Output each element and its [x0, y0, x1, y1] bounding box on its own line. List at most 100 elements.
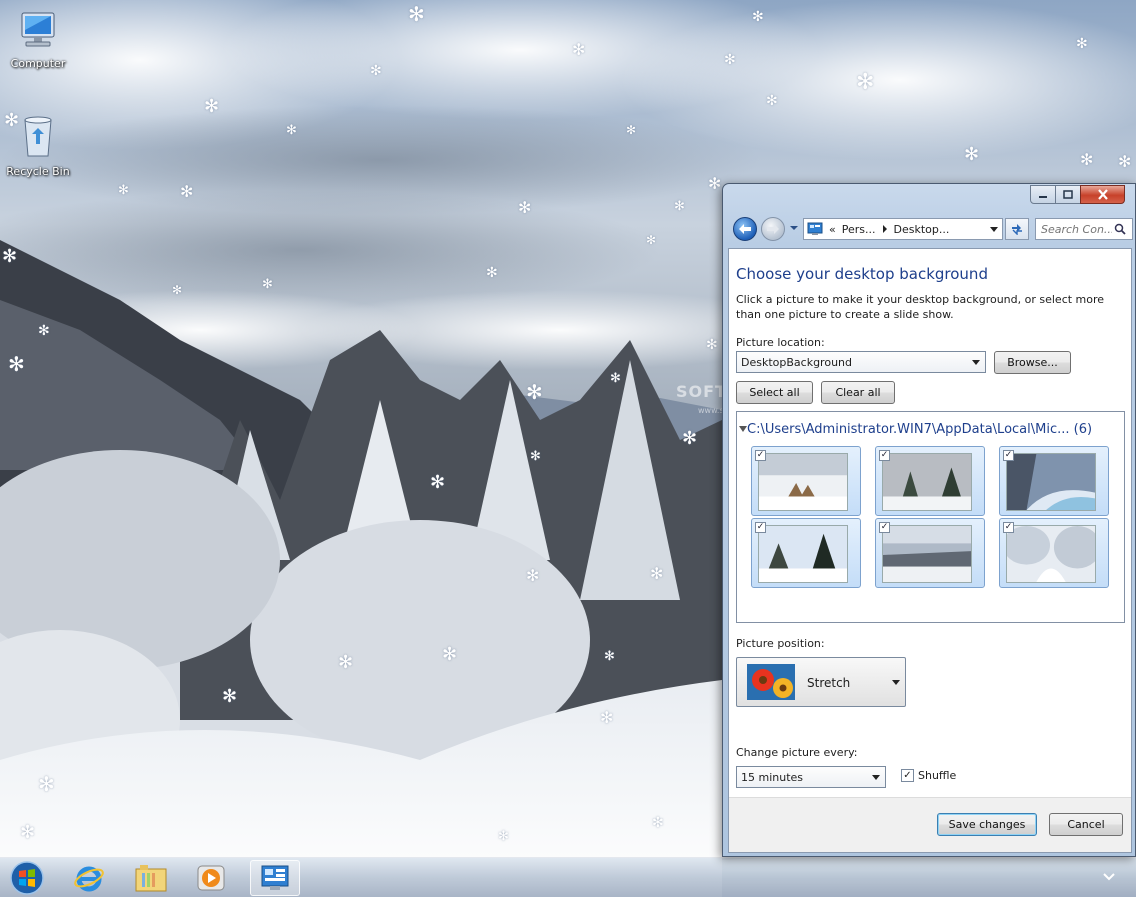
thumbnail-checkbox[interactable]: ✓ [1003, 450, 1014, 461]
close-icon [1097, 189, 1108, 200]
snowflake-icon: ✻ [604, 649, 615, 664]
taskbar-explorer[interactable] [126, 860, 176, 896]
wallpaper-thumbnail[interactable]: ✓ [999, 446, 1109, 516]
gallery-folder-path[interactable]: C:\Users\Administrator.WIN7\AppData\Loca… [747, 422, 1092, 437]
search-icon[interactable] [1114, 223, 1126, 235]
computer-icon [21, 12, 55, 47]
snowflake-icon: ✻ [370, 63, 382, 79]
close-button[interactable] [1080, 185, 1125, 204]
snowflake-icon: ✻ [708, 174, 722, 193]
thumbnail-checkbox[interactable]: ✓ [755, 450, 766, 461]
snowflake-icon: ✻ [626, 123, 637, 137]
chevron-down-icon [872, 775, 880, 780]
thumbnail-image [1006, 453, 1096, 511]
thumbnail-image [758, 453, 848, 511]
breadcrumb-desktop-background[interactable]: Desktop... [894, 223, 950, 236]
thumbnail-checkbox[interactable]: ✓ [879, 450, 890, 461]
chevron-down-icon [972, 360, 980, 365]
snowflake-icon: ✻ [1080, 150, 1094, 169]
snowflake-icon: ✻ [674, 199, 685, 214]
clear-all-button[interactable]: Clear all [821, 381, 895, 404]
start-button[interactable] [2, 860, 52, 896]
maximize-button[interactable] [1055, 185, 1081, 204]
thumbnail-checkbox[interactable]: ✓ [879, 522, 890, 533]
taskbar-personalization[interactable] [250, 860, 300, 896]
wallpaper-thumbnail[interactable]: ✓ [999, 518, 1109, 588]
refresh-button[interactable] [1005, 218, 1029, 240]
personalization-window: « Pers... Desktop... Choose your desktop… [722, 183, 1136, 857]
snowflake-icon: ✻ [610, 371, 621, 386]
wallpaper-thumbnail[interactable]: ✓ [875, 446, 985, 516]
browse-button[interactable]: Browse... [994, 351, 1071, 374]
collapse-group-icon[interactable] [739, 426, 747, 432]
control-panel-icon [807, 222, 823, 235]
computer-icon-label: Computer [10, 57, 66, 70]
media-player-icon [197, 865, 225, 891]
snowflake-icon: ✻ [2, 246, 18, 267]
minimize-button[interactable] [1030, 185, 1056, 204]
snowflake-icon: ✻ [8, 352, 25, 376]
snowflake-icon: ✻ [20, 822, 36, 843]
show-desktop-button[interactable] [1102, 870, 1116, 884]
snowflake-icon: ✻ [486, 265, 498, 281]
thumbnail-image [882, 525, 972, 583]
arrow-right-icon [767, 224, 779, 234]
picture-location-label: Picture location: [736, 336, 825, 349]
dialog-footer: Save changes Cancel [729, 797, 1131, 852]
save-changes-button[interactable]: Save changes [937, 813, 1037, 836]
thumbnail-checkbox[interactable]: ✓ [755, 522, 766, 533]
snowflake-icon: ✻ [856, 70, 875, 95]
snowflake-icon: ✻ [38, 323, 50, 339]
thumbnail-checkbox[interactable]: ✓ [1003, 522, 1014, 533]
search-input[interactable] [1036, 221, 1114, 237]
arrow-left-icon [739, 224, 751, 234]
snowflake-icon: ✻ [338, 652, 354, 673]
snowflake-icon: ✻ [1118, 152, 1132, 171]
taskbar-internet-explorer[interactable] [64, 860, 114, 896]
snowflake-icon: ✻ [262, 277, 273, 292]
minimize-icon [1039, 195, 1047, 198]
snowflake-icon: ✻ [964, 144, 980, 165]
address-dropdown-icon[interactable] [990, 227, 998, 233]
search-box[interactable] [1035, 218, 1133, 240]
breadcrumb-separator-icon[interactable] [882, 225, 888, 233]
snowflake-icon: ✻ [172, 283, 183, 297]
back-button[interactable] [733, 217, 757, 241]
snowflake-icon: ✻ [724, 52, 736, 68]
windows-start-orb-icon [10, 861, 44, 895]
wallpaper-thumbnail[interactable]: ✓ [751, 518, 861, 588]
breadcrumb-personalization[interactable]: Pers... [842, 223, 876, 236]
address-bar[interactable]: « Pers... Desktop... [803, 218, 1003, 240]
refresh-icon [1012, 224, 1022, 235]
snowflake-icon: ✻ [766, 93, 778, 109]
snowflake-icon: ✻ [600, 708, 614, 727]
cancel-button[interactable]: Cancel [1049, 813, 1123, 836]
snowflake-icon: ✻ [408, 2, 425, 26]
taskbar-media-player[interactable] [186, 860, 236, 896]
recycle-bin-icon-label: Recycle Bin [6, 165, 70, 178]
snowflake-icon: ✻ [572, 40, 586, 59]
wallpaper-thumbnail[interactable]: ✓ [875, 518, 985, 588]
thumbnail-image [882, 453, 972, 511]
computer-desktop-icon[interactable]: Computer [0, 10, 76, 70]
recent-pages-dropdown[interactable] [789, 224, 799, 232]
chevron-down-icon [892, 680, 900, 685]
change-interval-select[interactable]: 15 minutes [736, 766, 886, 788]
snowflake-icon: ✻ [118, 183, 129, 198]
address-overflow-chevron[interactable]: « [829, 223, 836, 236]
shuffle-checkbox[interactable]: ✓ [901, 769, 914, 782]
picture-position-select[interactable]: Stretch [736, 657, 906, 707]
thumbnail-image [1006, 525, 1096, 583]
snowflake-icon: ✻ [526, 380, 543, 404]
shuffle-label[interactable]: Shuffle [918, 769, 956, 782]
wallpaper-thumbnail[interactable]: ✓ [751, 446, 861, 516]
snowflake-icon: ✻ [498, 829, 509, 844]
page-description: Click a picture to make it your desktop … [736, 293, 1105, 321]
snowflake-icon: ✻ [682, 428, 698, 449]
recycle-bin-icon [24, 116, 52, 157]
control-panel-icon [261, 865, 289, 890]
snowflake-icon: ✻ [752, 9, 764, 25]
select-all-button[interactable]: Select all [736, 381, 813, 404]
forward-button[interactable] [761, 217, 785, 241]
picture-location-select[interactable]: DesktopBackground [736, 351, 986, 373]
